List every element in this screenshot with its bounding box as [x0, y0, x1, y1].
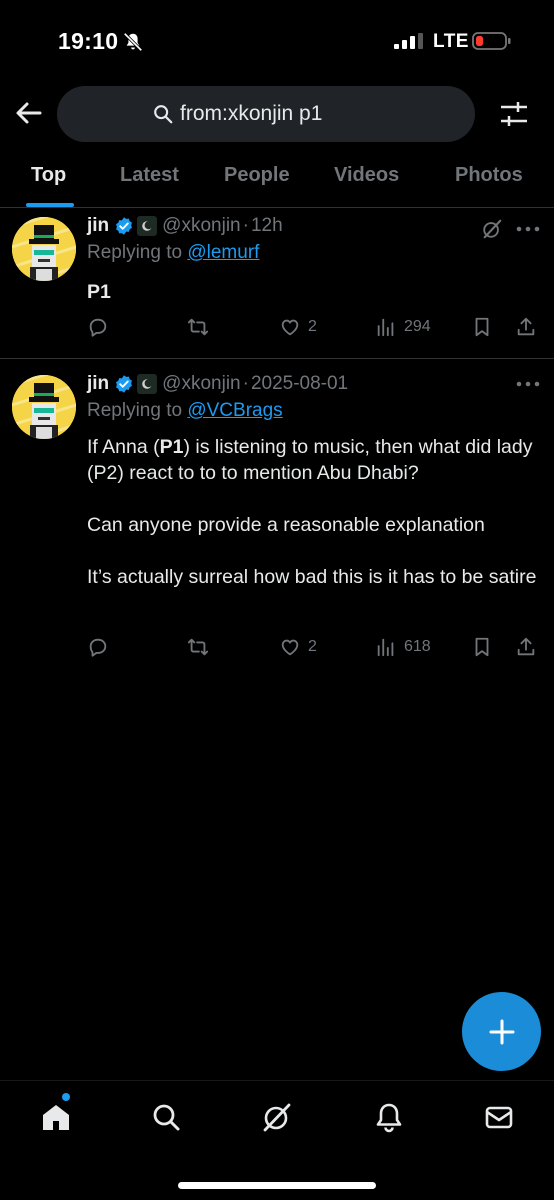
verified-icon: [116, 375, 133, 393]
tweet-body: P1: [87, 281, 111, 303]
grok-icon[interactable]: [481, 218, 503, 240]
tab-videos[interactable]: Videos: [334, 164, 399, 187]
separator-dot: ·: [242, 215, 249, 236]
views-icon: [377, 638, 394, 657]
tab-latest[interactable]: Latest: [120, 164, 179, 187]
tweet-paragraph: It’s actually surreal how bad this is it…: [87, 566, 537, 588]
search-input[interactable]: [180, 102, 380, 126]
bookmark-icon: [475, 637, 489, 657]
search-bar[interactable]: [57, 86, 475, 142]
network-type: LTE: [433, 31, 469, 52]
tweet-actions: 2 294: [87, 313, 543, 341]
share-button[interactable]: [515, 633, 537, 661]
like-button[interactable]: 2: [279, 313, 317, 341]
tweet-paragraph: Can anyone provide a reasonable explanat…: [87, 514, 485, 536]
views-icon: [377, 318, 394, 337]
author-handle[interactable]: @xkonjin: [162, 215, 240, 237]
tab-active-indicator: [26, 203, 74, 207]
tweet-header: jin @xkonjin · 12h: [87, 213, 283, 239]
search-icon: [154, 105, 173, 124]
tweet-time[interactable]: 2025-08-01: [251, 373, 348, 395]
retweet-button[interactable]: [187, 313, 209, 341]
compose-button[interactable]: [462, 992, 541, 1071]
reply-to-link[interactable]: @lemurf: [187, 242, 259, 263]
retweet-icon: [187, 318, 209, 336]
more-icon[interactable]: [516, 225, 540, 233]
bell-off-icon: [123, 32, 143, 52]
affiliate-badge-icon: [137, 216, 158, 236]
search-header: [0, 80, 554, 150]
separator-dot: ·: [242, 373, 249, 394]
reply-context: Replying to @lemurf: [87, 242, 259, 264]
home-icon[interactable]: [40, 1101, 72, 1133]
tab-top[interactable]: Top: [31, 164, 66, 187]
home-indicator: [178, 1182, 376, 1189]
like-icon: [281, 319, 299, 336]
bookmark-button[interactable]: [471, 633, 493, 661]
reply-button[interactable]: [87, 633, 109, 661]
views-button[interactable]: 294: [375, 313, 431, 341]
retweet-icon: [187, 638, 209, 656]
signal-icon: [394, 33, 423, 49]
reply-to-link[interactable]: @VCBrags: [187, 400, 282, 421]
grok-icon[interactable]: [261, 1101, 293, 1133]
reply-prefix: Replying to: [87, 242, 183, 263]
tab-photos[interactable]: Photos: [455, 164, 523, 187]
explore-icon[interactable]: [150, 1101, 182, 1133]
notifications-icon[interactable]: [373, 1101, 405, 1133]
text-run: If Anna (: [87, 436, 160, 458]
home-notification-dot: [62, 1093, 70, 1101]
avatar[interactable]: [12, 375, 76, 439]
like-count: 2: [308, 318, 317, 335]
reply-button[interactable]: [87, 313, 109, 341]
status-bar: 19:10 LTE: [0, 0, 554, 80]
author-name[interactable]: jin: [87, 215, 109, 237]
reply-prefix: Replying to: [87, 400, 183, 421]
tweet-paragraph: If Anna (P1) is listening to music, then…: [87, 434, 537, 486]
author-name[interactable]: jin: [87, 373, 109, 395]
tab-people[interactable]: People: [224, 164, 290, 187]
affiliate-badge-icon: [137, 374, 158, 394]
search-tabs: Top Latest People Videos Photos: [0, 152, 554, 208]
views-count: 618: [404, 638, 431, 655]
reply-context: Replying to @VCBrags: [87, 400, 283, 422]
views-button[interactable]: 618: [375, 633, 431, 661]
tweet-text: If Anna (P1) is listening to music, then…: [87, 434, 537, 590]
bold-run: P1: [159, 436, 184, 458]
bookmark-icon: [475, 317, 489, 337]
like-button[interactable]: 2: [279, 633, 317, 661]
status-time: 19:10: [58, 28, 119, 54]
reply-icon: [89, 318, 107, 337]
tweet-text: P1: [87, 279, 537, 305]
share-icon: [517, 317, 535, 336]
tweet[interactable]: jin @xkonjin · 2025-08-01 Replying to @V…: [0, 359, 554, 689]
more-icon[interactable]: [516, 380, 540, 388]
verified-icon: [116, 217, 133, 235]
tweet[interactable]: jin @xkonjin · 12h Replying to @lemurf P…: [0, 208, 554, 359]
tweet-time[interactable]: 12h: [251, 215, 283, 237]
filter-icon[interactable]: [499, 100, 529, 128]
tweet-header: jin @xkonjin · 2025-08-01: [87, 371, 348, 397]
views-count: 294: [404, 318, 431, 335]
share-button[interactable]: [515, 313, 537, 341]
battery-icon: [472, 32, 511, 50]
share-icon: [517, 637, 535, 656]
retweet-button[interactable]: [187, 633, 209, 661]
bottom-navigation: [0, 1080, 554, 1200]
like-count: 2: [308, 638, 317, 655]
tweet-actions: 2 618: [87, 633, 543, 661]
messages-icon[interactable]: [483, 1101, 515, 1133]
author-handle[interactable]: @xkonjin: [162, 373, 240, 395]
back-arrow-icon[interactable]: [14, 98, 44, 128]
compose-icon: [489, 1019, 514, 1044]
reply-icon: [89, 638, 107, 657]
like-icon: [281, 639, 299, 656]
bookmark-button[interactable]: [471, 313, 493, 341]
avatar[interactable]: [12, 217, 76, 281]
